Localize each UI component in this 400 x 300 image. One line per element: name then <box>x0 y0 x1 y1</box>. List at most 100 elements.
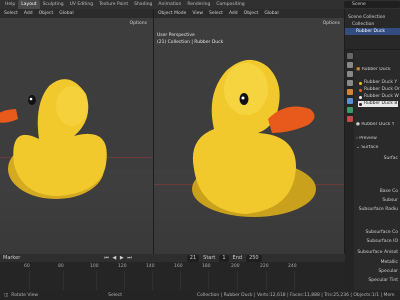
tab-animation[interactable]: Animation <box>155 0 184 9</box>
frame-gridline <box>124 271 125 290</box>
timeline-header: Marker ⏮ ◀ ▶ ⏭ 21 Start 1 End 250 <box>0 254 345 262</box>
frame-tick: 180 <box>202 264 211 269</box>
transform-orientation-dropdown[interactable]: Global <box>262 10 281 17</box>
surface-shader-label[interactable]: Surfac <box>384 156 398 161</box>
param-specular-tint: Specular Tint <box>368 278 398 283</box>
scene-statistics: Collection | Rubber Duck | Verts:12,618 … <box>197 292 395 298</box>
menu-view[interactable]: View <box>190 11 205 16</box>
current-frame-field[interactable]: 21 <box>186 254 200 262</box>
frame-gridline <box>152 271 153 290</box>
menu-add[interactable]: Add <box>227 11 240 16</box>
tab-uv-editing[interactable]: UV Editing <box>67 0 96 9</box>
render-tab-icon[interactable] <box>346 62 353 68</box>
frame-gridline <box>237 271 238 290</box>
param-subsurface-anisotropy: Subsurface Anisot <box>357 250 398 255</box>
view-name: User Perspective <box>157 33 195 38</box>
end-frame-field[interactable]: 250 <box>246 254 262 262</box>
tab-layout[interactable]: Layout <box>18 0 40 9</box>
mouse-icon: ◫ <box>4 292 9 298</box>
param-subsurface-color: Subsurface Co <box>365 230 398 235</box>
param-metallic: Metallic <box>380 260 398 265</box>
frame-gridline <box>266 271 267 290</box>
frame-gridline <box>208 271 209 290</box>
frame-tick: 220 <box>260 264 269 269</box>
tool-tab-icon[interactable] <box>346 53 353 59</box>
menu-add[interactable]: Add <box>22 11 35 16</box>
viewport-left[interactable]: Select Add Object Global Options <box>0 9 153 254</box>
frame-tick: 160 <box>174 264 183 269</box>
frame-gridline <box>294 271 295 290</box>
rubber-duck-model-right[interactable] <box>186 49 336 224</box>
status-hint-rotate: Rotate View <box>11 292 39 298</box>
object-tab-icon[interactable] <box>346 89 353 95</box>
material-slot-active[interactable]: Rubber Duck B <box>358 101 398 107</box>
outliner-panel: Scene Collection Collection Rubber Duck <box>345 9 400 49</box>
frame-tick: 60 <box>24 264 30 269</box>
data-tab-icon[interactable] <box>346 107 353 113</box>
material-slot[interactable]: Rubber Duck Y <box>358 80 397 86</box>
material-slot[interactable]: Rubber Duck W <box>358 94 399 100</box>
frame-gridline <box>29 271 30 290</box>
material-color-icon <box>359 88 362 92</box>
menu-marker[interactable]: Marker <box>3 255 20 261</box>
mode-dropdown[interactable]: Object Mode <box>156 10 189 17</box>
material-tab-icon[interactable] <box>346 116 353 122</box>
material-color-icon <box>359 102 362 106</box>
scene-selector[interactable]: Scene <box>344 1 400 8</box>
status-hint-select: Select <box>108 292 122 298</box>
material-slot[interactable]: Rubber Duck Or <box>358 87 400 93</box>
object-name: Rubber Duck <box>361 67 391 72</box>
view-layer-tab-icon[interactable] <box>346 80 353 86</box>
properties-tabs <box>345 50 354 300</box>
tab-sculpting[interactable]: Sculpting <box>40 0 67 9</box>
modifier-tab-icon[interactable] <box>346 98 353 104</box>
param-subsurface: Subsur <box>382 198 398 203</box>
frame-gridline <box>63 271 64 290</box>
playback-controls[interactable]: ⏮ ◀ ▶ ⏭ <box>104 255 132 261</box>
viewport-right-header: Object Mode View Select Add Object Globa… <box>154 9 344 18</box>
frame-tick: 80 <box>58 264 64 269</box>
param-base-color: Base Co <box>379 189 398 194</box>
output-tab-icon[interactable] <box>346 71 353 77</box>
menu-object[interactable]: Object <box>242 11 261 16</box>
frame-tick: 240 <box>288 264 297 269</box>
frame-tick: 200 <box>231 264 240 269</box>
viewport-right[interactable]: Object Mode View Select Add Object Globa… <box>154 9 344 254</box>
active-material-name: Rubber Duck Y <box>361 122 395 127</box>
properties-panel: ▣ Rubber Duck Rubber Duck Y Rubber Duck … <box>345 50 400 300</box>
timeline-area[interactable]: 60 80 100 120 140 160 180 200 220 240 <box>0 262 345 290</box>
material-color-icon <box>359 81 362 85</box>
param-subsurface-radius: Subsurface Radiu <box>358 207 398 212</box>
frame-tick: 140 <box>146 264 155 269</box>
frame-gridline <box>180 271 181 290</box>
end-label: End <box>232 255 243 261</box>
active-object-label: (21) Collection | Rubber Duck <box>157 40 224 45</box>
tab-rendering[interactable]: Rendering <box>184 0 213 9</box>
menu-object[interactable]: Object <box>37 11 56 16</box>
menu-select[interactable]: Select <box>2 11 20 16</box>
frame-gridline <box>96 271 97 290</box>
transform-orientation-dropdown[interactable]: Global <box>57 10 76 17</box>
start-label: Start <box>203 255 216 261</box>
preview-section-header[interactable]: › Preview <box>356 136 400 141</box>
scene-label: Scene <box>352 2 366 7</box>
menu-select[interactable]: Select <box>207 11 225 16</box>
active-material-row[interactable]: ● Rubber Duck Y <box>356 122 400 127</box>
outliner-item-rubber-duck[interactable]: Rubber Duck <box>345 28 400 35</box>
tab-compositing[interactable]: Compositing <box>213 0 247 9</box>
menu-help[interactable]: Help <box>2 0 18 9</box>
tab-texture-paint[interactable]: Texture Paint <box>96 0 131 9</box>
tab-shading[interactable]: Shading <box>131 0 155 9</box>
status-bar: ◫ Rotate View Select Collection | Rubber… <box>0 290 400 300</box>
options-dropdown[interactable]: Options <box>130 21 147 26</box>
material-color-icon <box>359 95 362 99</box>
viewport-left-header: Select Add Object Global <box>0 9 153 18</box>
frame-tick: 120 <box>118 264 127 269</box>
rubber-duck-model-left[interactable] <box>0 64 124 204</box>
outliner-item-scene-collection[interactable]: Scene Collection <box>345 14 400 21</box>
options-dropdown[interactable]: Options <box>323 21 340 26</box>
surface-section-header[interactable]: ⌄ Surface <box>356 145 400 150</box>
param-specular: Specular <box>378 269 398 274</box>
start-frame-field[interactable]: 1 <box>219 254 229 262</box>
outliner-item-collection[interactable]: Collection <box>345 21 400 28</box>
